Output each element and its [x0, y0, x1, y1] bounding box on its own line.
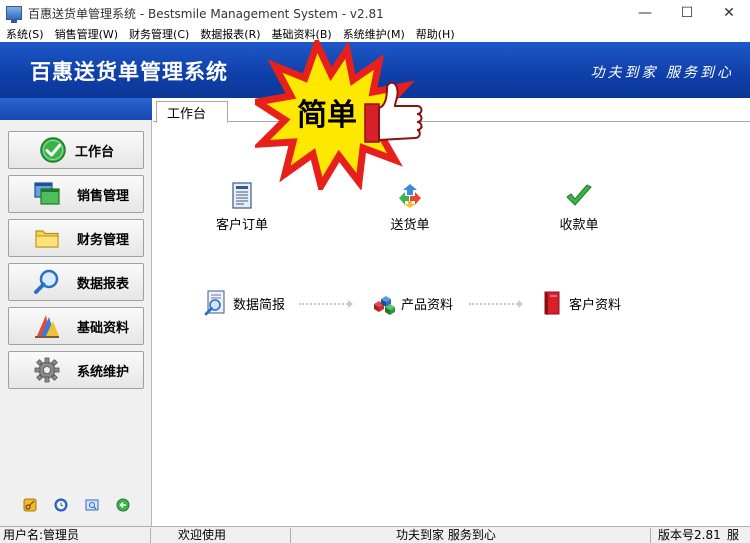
menu-sales[interactable]: 销售管理(W): [49, 26, 123, 42]
banner-title: 百惠送货单管理系统: [30, 60, 228, 84]
green-check-icon: [566, 184, 592, 206]
sidebar-header-strip: [0, 98, 152, 120]
tab-workbench[interactable]: 工作台: [156, 101, 228, 123]
quick-label: 数据简报: [233, 297, 286, 313]
quick-label: 客户资料: [569, 297, 622, 313]
workflow-arrow: [299, 300, 353, 308]
window-title: 百惠送货单管理系统 - Bestsmile Management System …: [28, 6, 384, 21]
maximize-button[interactable]: ☐: [666, 0, 708, 26]
sidebar-item-maintenance[interactable]: 系统维护: [8, 351, 144, 389]
sidebar-item-label: 财务管理: [77, 232, 130, 248]
quick-data-brief[interactable]: 数据简报: [203, 290, 285, 316]
promo-text: 简单: [297, 98, 357, 133]
back-arrow-icon[interactable]: [116, 498, 130, 512]
magnifier-icon: [34, 269, 59, 294]
report-magnifier-icon: [204, 290, 225, 316]
close-button[interactable]: ✕: [708, 0, 750, 26]
workflow-arrow: [469, 300, 523, 308]
banner-slogan: 功夫到家 服务到心: [590, 65, 734, 81]
promo-starburst: 简单: [247, 34, 427, 196]
color-palette-icon: [35, 315, 59, 338]
menu-finance[interactable]: 财务管理(C): [123, 26, 194, 42]
windows-icon: [34, 182, 60, 205]
sidebar-item-basic-data[interactable]: 基础资料: [8, 307, 144, 345]
workflow-receipt[interactable]: 收款单: [539, 182, 619, 233]
clock-icon[interactable]: [54, 498, 68, 512]
folder-icon: [35, 230, 59, 248]
workflow-label: 收款单: [559, 218, 599, 233]
sidebar-tool-icons: [0, 498, 152, 512]
status-extra: 服: [727, 528, 740, 542]
red-book-icon: [544, 291, 560, 315]
sidebar-item-reports[interactable]: 数据报表: [8, 263, 144, 301]
quick-product-data[interactable]: 产品资料: [371, 290, 453, 316]
minimize-button[interactable]: —: [624, 0, 666, 26]
title-bar: 百惠送货单管理系统 - Bestsmile Management System …: [0, 0, 750, 26]
status-welcome: 欢迎使用: [178, 528, 227, 542]
app-monitor-icon: [6, 6, 22, 23]
search-window-icon[interactable]: [85, 498, 99, 512]
status-separator: [650, 528, 651, 543]
sidebar-item-label: 销售管理: [77, 188, 130, 204]
sidebar-item-label: 数据报表: [77, 276, 130, 292]
gear-icon: [34, 357, 60, 383]
quick-customer-data[interactable]: 客户资料: [539, 290, 621, 316]
workflow-label: 送货单: [390, 218, 430, 233]
sidebar-item-workbench[interactable]: 工作台: [8, 131, 144, 169]
status-slogan: 功夫到家 服务到心: [396, 528, 496, 542]
workflow-label: 客户订单: [215, 218, 268, 233]
status-separator: [150, 528, 151, 543]
sidebar-item-label: 系统维护: [77, 364, 130, 380]
status-separator: [290, 528, 291, 543]
window-controls: — ☐ ✕: [624, 0, 750, 26]
sidebar-item-label: 基础资料: [77, 320, 130, 336]
sidebar-item-label: 工作台: [75, 144, 115, 160]
tab-strip: 工作台: [153, 98, 750, 123]
status-user: 用户名:管理员: [3, 528, 80, 542]
sidebar-item-sales[interactable]: 销售管理: [8, 175, 144, 213]
sidebar-item-finance[interactable]: 财务管理: [8, 219, 144, 257]
main-panel: 工作台 客户订单 送货单 收款单 数据简报 产品资料 客户资料: [153, 98, 750, 526]
status-version: 版本号2.81: [658, 528, 721, 542]
key-icon[interactable]: [23, 498, 37, 512]
sidebar: 工作台 销售管理 财务管理 数据报表 基础资料 系统维护: [0, 98, 152, 526]
menu-system[interactable]: 系统(S): [0, 26, 49, 42]
cubes-icon: [374, 296, 395, 315]
status-bar: 用户名:管理员 欢迎使用 功夫到家 服务到心 版本号2.81 服: [0, 526, 750, 543]
order-document-icon: [232, 182, 252, 209]
check-circle-icon: [40, 137, 66, 163]
quick-label: 产品资料: [401, 297, 454, 313]
